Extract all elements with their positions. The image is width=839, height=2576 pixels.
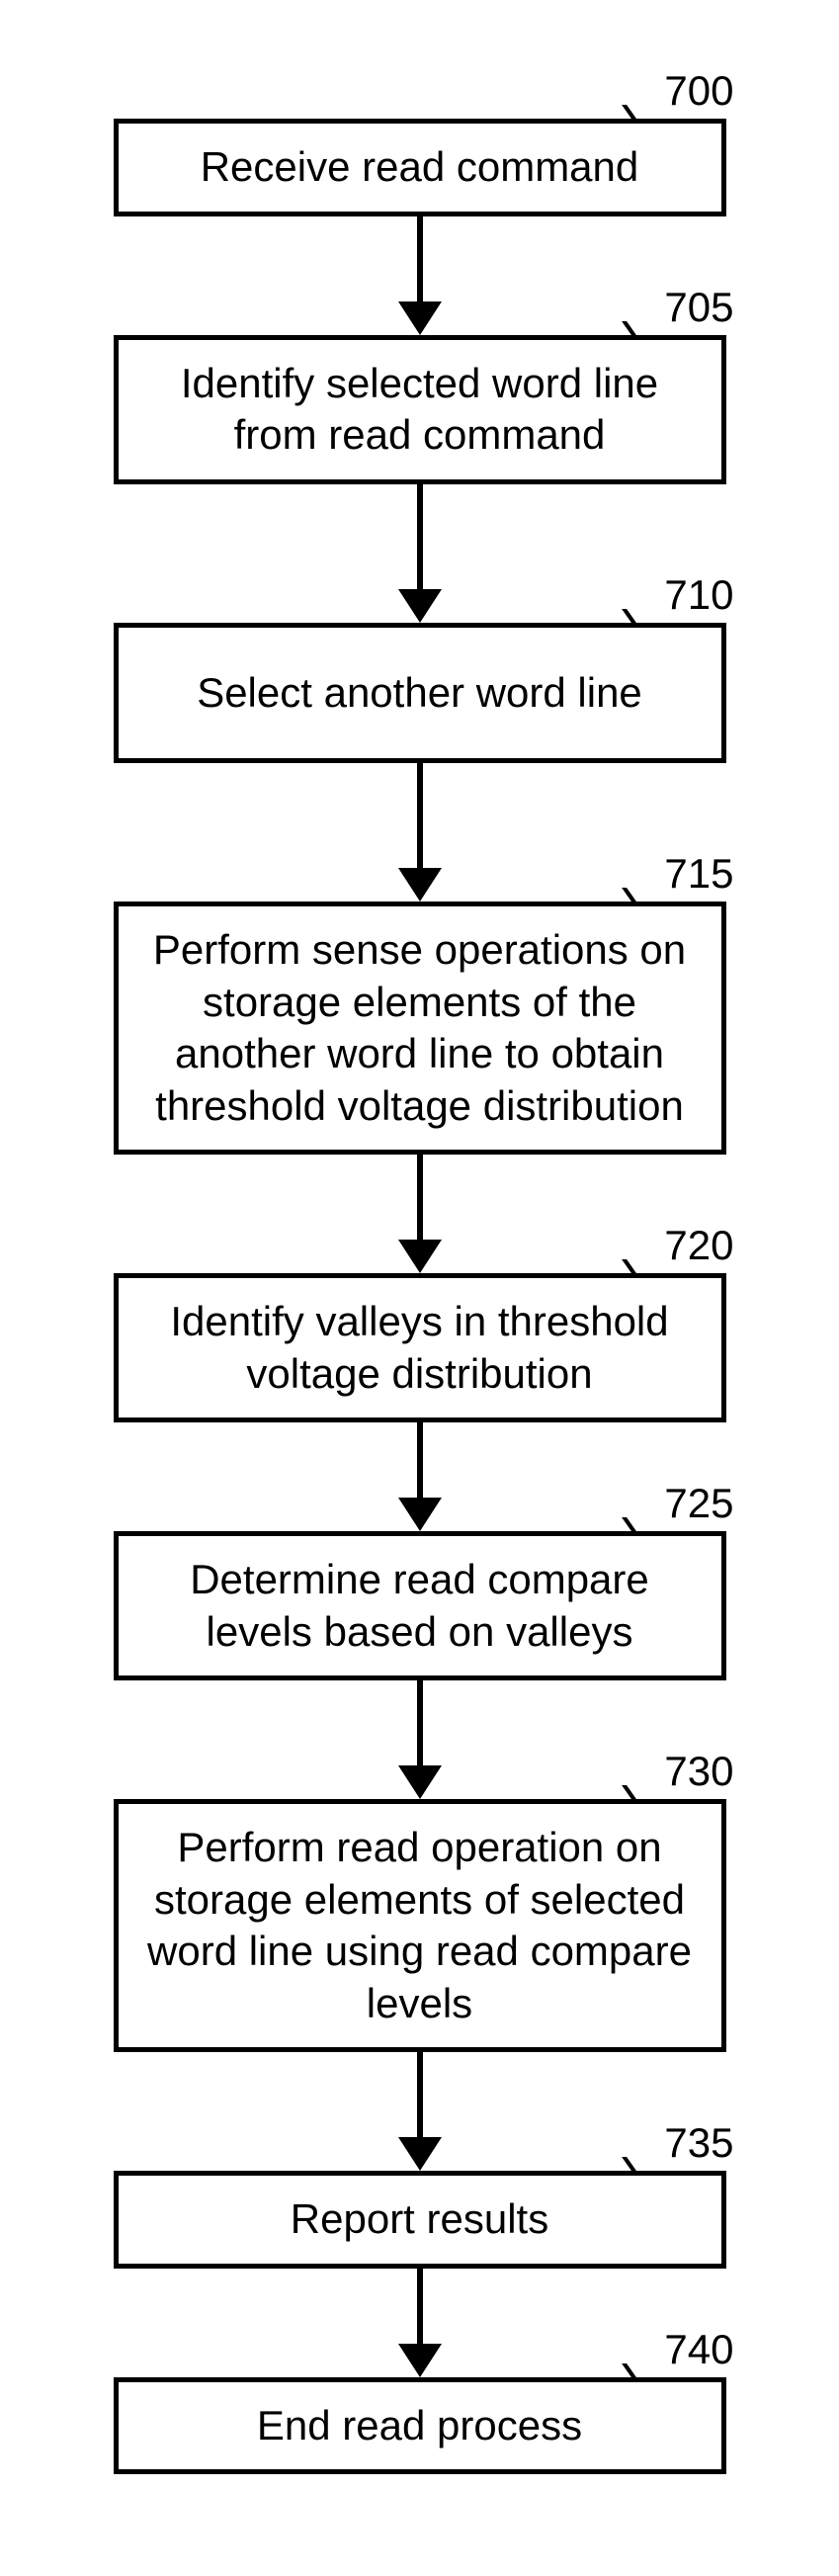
step-receive-read-command: Receive read command <box>114 119 726 216</box>
arrow <box>398 1680 442 1799</box>
arrow <box>398 484 442 623</box>
arrow-line <box>417 484 423 589</box>
step-text: Identify valleys in threshold voltage di… <box>140 1296 700 1400</box>
arrow-head <box>398 2344 442 2377</box>
flowchart-canvas: 700 Receive read command 705 Identify se… <box>0 0 839 2576</box>
arrow-head <box>398 2137 442 2171</box>
arrow-head <box>398 1498 442 1531</box>
ref-tick <box>622 105 670 119</box>
arrow <box>398 1422 442 1531</box>
step-text: Identify selected word line from read co… <box>140 358 700 462</box>
step-end-read-process: End read process <box>114 2377 726 2475</box>
arrow <box>398 1155 442 1273</box>
ref-tick <box>622 321 670 335</box>
arrow-head <box>398 589 442 623</box>
arrow-head <box>398 1240 442 1273</box>
step-ref-735: 735 <box>664 2119 733 2167</box>
ref-tick <box>622 609 670 623</box>
ref-tick <box>622 1785 670 1799</box>
step-text: Receive read command <box>201 141 639 194</box>
arrow-head <box>398 301 442 335</box>
step-ref-720: 720 <box>664 1222 733 1269</box>
step-select-another-word-line: Select another word line <box>114 623 726 764</box>
step-text: End read process <box>257 2400 582 2452</box>
arrow <box>398 763 442 902</box>
ref-tick <box>622 888 670 902</box>
step-ref-725: 725 <box>664 1480 733 1527</box>
step-ref-715: 715 <box>664 850 733 898</box>
step-text: Perform read operation on storage elemen… <box>140 1822 700 2029</box>
step-text: Determine read compare levels based on v… <box>140 1554 700 1658</box>
step-perform-sense-operations: Perform sense operations on storage elem… <box>114 902 726 1155</box>
step-report-results: Report results <box>114 2171 726 2269</box>
step-text: Select another word line <box>197 667 642 720</box>
step-determine-read-compare-levels: Determine read compare levels based on v… <box>114 1531 726 1680</box>
arrow-head <box>398 868 442 902</box>
step-ref-700: 700 <box>664 67 733 115</box>
step-perform-read-operation: Perform read operation on storage elemen… <box>114 1799 726 2052</box>
arrow <box>398 2269 442 2377</box>
ref-tick <box>622 2157 670 2171</box>
arrow-line <box>417 1680 423 1765</box>
step-ref-710: 710 <box>664 571 733 619</box>
step-text: Report results <box>291 2193 548 2246</box>
arrow-line <box>417 763 423 868</box>
arrow <box>398 2052 442 2171</box>
arrow <box>398 216 442 335</box>
arrow-line <box>417 2052 423 2137</box>
arrow-line <box>417 216 423 301</box>
arrow-head <box>398 1765 442 1799</box>
ref-tick <box>622 1517 670 1531</box>
arrow-line <box>417 2269 423 2344</box>
arrow-line <box>417 1422 423 1498</box>
step-ref-730: 730 <box>664 1748 733 1795</box>
flowchart-column: 700 Receive read command 705 Identify se… <box>114 119 726 2474</box>
step-identify-valleys: Identify valleys in threshold voltage di… <box>114 1273 726 1422</box>
step-identify-selected-word-line: Identify selected word line from read co… <box>114 335 726 484</box>
ref-tick <box>622 1259 670 1273</box>
step-ref-740: 740 <box>664 2326 733 2373</box>
step-ref-705: 705 <box>664 284 733 331</box>
ref-tick <box>622 2363 670 2377</box>
arrow-line <box>417 1155 423 1240</box>
step-text: Perform sense operations on storage elem… <box>140 924 700 1132</box>
